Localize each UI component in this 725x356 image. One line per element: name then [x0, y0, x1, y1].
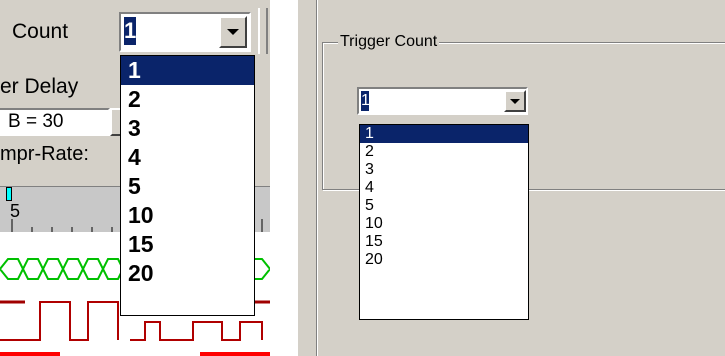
chevron-down-icon [227, 29, 239, 35]
vertical-divider [316, 0, 318, 356]
chevron-down-icon [510, 98, 520, 104]
list-item[interactable]: 3 [360, 161, 528, 179]
list-item[interactable]: 1 [121, 56, 254, 85]
combobox-field: 1 [357, 87, 528, 115]
list-item[interactable]: 5 [121, 172, 254, 201]
b-value-field[interactable]: B = 30 [0, 108, 110, 136]
enlarged-trigger-panel: Count 1 er Delay B = 30 mpr-Rate: 5 1 2 … [0, 0, 270, 356]
trigger-count-group-title: Trigger Count [338, 33, 440, 51]
list-item[interactable]: 4 [360, 179, 528, 197]
list-item[interactable]: 15 [121, 230, 254, 259]
trigger-count-combobox[interactable]: 1 [357, 87, 528, 115]
list-item[interactable]: 2 [121, 85, 254, 114]
list-item[interactable]: 1 [360, 125, 528, 143]
count-combobox-value: 1 [124, 17, 137, 45]
list-item[interactable]: 20 [360, 251, 528, 269]
count-label: Count [12, 20, 69, 43]
trigger-count-dropdown-list[interactable]: 1 2 3 4 5 10 15 20 [359, 124, 529, 320]
list-item[interactable]: 10 [360, 215, 528, 233]
count-dropdown-button[interactable] [219, 16, 247, 48]
list-item[interactable]: 4 [121, 143, 254, 172]
list-item[interactable]: 20 [121, 259, 254, 288]
list-item[interactable]: 3 [121, 114, 254, 143]
list-item[interactable]: 10 [121, 201, 254, 230]
list-item[interactable]: 5 [360, 197, 528, 215]
panel-edge [258, 8, 268, 54]
sample-rate-label: mpr-Rate: [0, 143, 89, 165]
trigger-count-dropdown-button[interactable] [504, 90, 526, 112]
list-item[interactable]: 2 [360, 143, 528, 161]
b-value-text: B = 30 [8, 111, 64, 132]
trigger-count-combobox-value: 1 [361, 91, 370, 111]
count-dropdown-list-large[interactable]: 1 2 3 4 5 10 15 20 [120, 55, 255, 316]
list-item[interactable]: 15 [360, 233, 528, 251]
trigger-delay-label: er Delay [0, 75, 79, 98]
count-combobox[interactable]: 1 [119, 12, 251, 52]
